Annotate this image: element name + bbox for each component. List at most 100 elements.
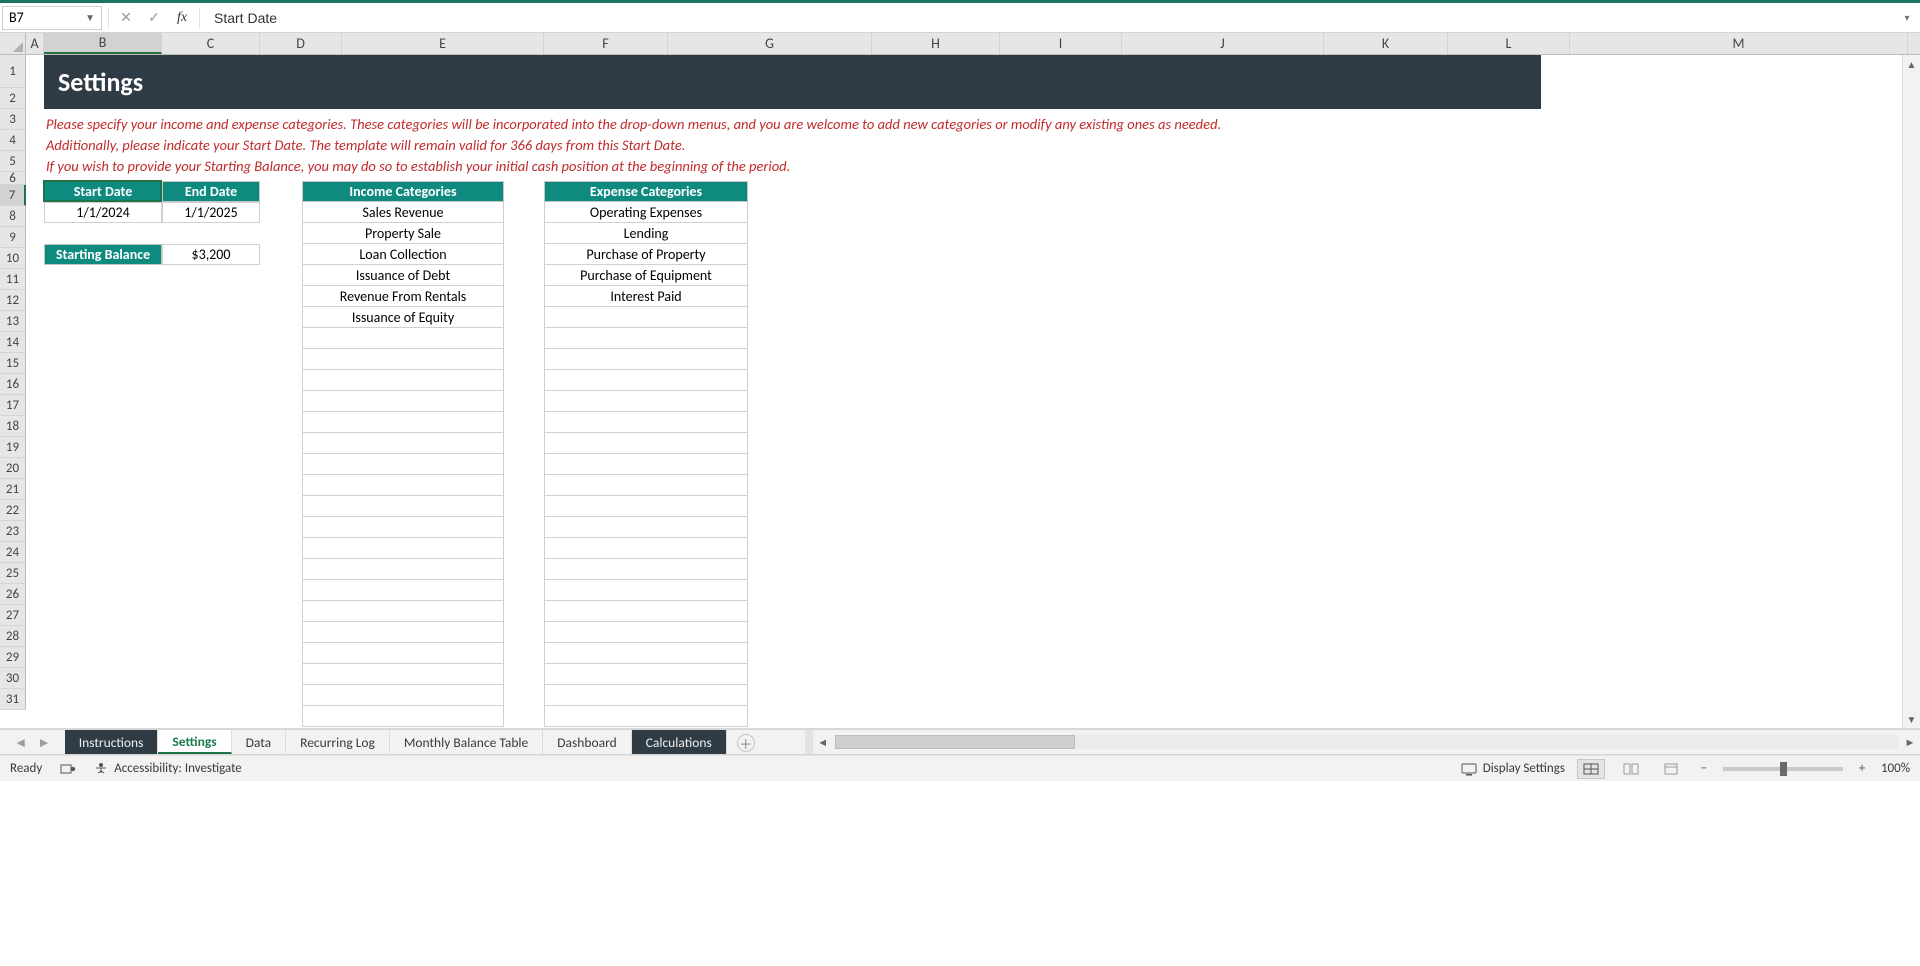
row-header-2[interactable]: 2 [0, 88, 26, 109]
income-category-cell[interactable] [302, 496, 504, 517]
column-header-J[interactable]: J [1122, 33, 1324, 54]
row-header-10[interactable]: 10 [0, 248, 26, 269]
row-header-29[interactable]: 29 [0, 647, 26, 668]
view-page-layout-icon[interactable] [1617, 759, 1645, 779]
name-box[interactable]: B7 ▼ [2, 6, 102, 30]
expense-category-cell[interactable] [544, 454, 748, 475]
income-category-cell[interactable]: Loan Collection [302, 244, 504, 265]
column-header-I[interactable]: I [1000, 33, 1122, 54]
column-header-C[interactable]: C [162, 33, 260, 54]
column-header-L[interactable]: L [1448, 33, 1570, 54]
fx-icon[interactable]: fx [171, 10, 193, 26]
income-category-cell[interactable]: Issuance of Debt [302, 265, 504, 286]
expense-category-cell[interactable] [544, 370, 748, 391]
start-date-cell[interactable]: 1/1/2024 [44, 202, 162, 223]
income-category-cell[interactable] [302, 370, 504, 391]
row-header-26[interactable]: 26 [0, 584, 26, 605]
vertical-scrollbar[interactable]: ▲ ▼ [1902, 55, 1920, 728]
row-header-1[interactable]: 1 [0, 55, 26, 88]
view-page-break-icon[interactable] [1657, 759, 1685, 779]
end-date-cell[interactable]: 1/1/2025 [162, 202, 260, 223]
expense-category-cell[interactable] [544, 517, 748, 538]
macro-record-icon[interactable] [60, 762, 76, 776]
income-category-cell[interactable] [302, 706, 504, 727]
zoom-out-button[interactable]: − [1697, 761, 1711, 776]
column-header-E[interactable]: E [342, 33, 544, 54]
tab-prev-icon[interactable]: ◄ [14, 734, 27, 751]
sheet-tab-calculations[interactable]: Calculations [632, 730, 727, 754]
column-header-H[interactable]: H [872, 33, 1000, 54]
cancel-formula-icon[interactable]: ✕ [115, 9, 137, 26]
column-header-K[interactable]: K [1324, 33, 1448, 54]
expense-category-cell[interactable] [544, 328, 748, 349]
sheet-tab-recurring-log[interactable]: Recurring Log [286, 730, 390, 754]
expense-category-cell[interactable] [544, 538, 748, 559]
expense-category-cell[interactable] [544, 433, 748, 454]
end-date-header[interactable]: End Date [162, 181, 260, 202]
view-normal-icon[interactable] [1577, 759, 1605, 779]
income-category-cell[interactable] [302, 433, 504, 454]
row-header-11[interactable]: 11 [0, 269, 26, 290]
hscroll-thumb[interactable] [835, 735, 1075, 749]
zoom-in-button[interactable]: + [1855, 761, 1869, 776]
income-category-cell[interactable] [302, 391, 504, 412]
income-category-cell[interactable]: Revenue From Rentals [302, 286, 504, 307]
expense-category-cell[interactable]: Purchase of Equipment [544, 265, 748, 286]
scroll-up-icon[interactable]: ▲ [1903, 55, 1920, 73]
income-category-cell[interactable]: Sales Revenue [302, 202, 504, 223]
row-header-27[interactable]: 27 [0, 605, 26, 626]
expense-category-cell[interactable] [544, 391, 748, 412]
row-header-28[interactable]: 28 [0, 626, 26, 647]
row-header-17[interactable]: 17 [0, 395, 26, 416]
hscroll-track[interactable] [835, 735, 1898, 749]
sheet-tab-monthly-balance-table[interactable]: Monthly Balance Table [390, 730, 543, 754]
row-header-5[interactable]: 5 [0, 151, 26, 172]
expense-category-cell[interactable] [544, 559, 748, 580]
expense-category-cell[interactable]: Interest Paid [544, 286, 748, 307]
income-category-cell[interactable]: Property Sale [302, 223, 504, 244]
column-header-B[interactable]: B [44, 33, 162, 54]
display-settings-button[interactable]: Display Settings [1461, 761, 1565, 776]
column-header-F[interactable]: F [544, 33, 668, 54]
expense-categories-header[interactable]: Expense Categories [544, 181, 748, 202]
row-header-9[interactable]: 9 [0, 227, 26, 248]
expense-category-cell[interactable] [544, 664, 748, 685]
formula-input[interactable] [206, 6, 1892, 30]
row-header-3[interactable]: 3 [0, 109, 26, 130]
row-header-15[interactable]: 15 [0, 353, 26, 374]
row-header-30[interactable]: 30 [0, 668, 26, 689]
expense-category-cell[interactable] [544, 349, 748, 370]
income-category-cell[interactable] [302, 685, 504, 706]
row-header-21[interactable]: 21 [0, 479, 26, 500]
expand-formula-bar-icon[interactable]: ▾ [1898, 11, 1916, 24]
expense-category-cell[interactable]: Lending [544, 223, 748, 244]
accept-formula-icon[interactable]: ✓ [143, 9, 165, 26]
column-header-G[interactable]: G [668, 33, 872, 54]
income-categories-header[interactable]: Income Categories [302, 181, 504, 202]
sheet-tab-settings[interactable]: Settings [158, 730, 231, 754]
column-header-D[interactable]: D [260, 33, 342, 54]
starting-balance-label[interactable]: Starting Balance [44, 244, 162, 265]
expense-category-cell[interactable] [544, 496, 748, 517]
accessibility-status[interactable]: Accessibility: Investigate [94, 761, 242, 776]
row-header-4[interactable]: 4 [0, 130, 26, 151]
row-header-13[interactable]: 13 [0, 311, 26, 332]
select-all-corner[interactable] [0, 33, 26, 54]
row-header-19[interactable]: 19 [0, 437, 26, 458]
income-category-cell[interactable] [302, 454, 504, 475]
sheet-tab-data[interactable]: Data [232, 730, 286, 754]
zoom-slider[interactable] [1723, 767, 1843, 771]
zoom-percent[interactable]: 100% [1881, 761, 1910, 776]
income-category-cell[interactable] [302, 517, 504, 538]
income-category-cell[interactable] [302, 328, 504, 349]
row-header-18[interactable]: 18 [0, 416, 26, 437]
row-header-22[interactable]: 22 [0, 500, 26, 521]
row-header-25[interactable]: 25 [0, 563, 26, 584]
expense-category-cell[interactable] [544, 706, 748, 727]
expense-category-cell[interactable] [544, 643, 748, 664]
row-header-7[interactable]: 7 [0, 185, 26, 206]
expense-category-cell[interactable] [544, 685, 748, 706]
income-category-cell[interactable] [302, 538, 504, 559]
expense-category-cell[interactable] [544, 307, 748, 328]
column-header-A[interactable]: A [26, 33, 44, 54]
